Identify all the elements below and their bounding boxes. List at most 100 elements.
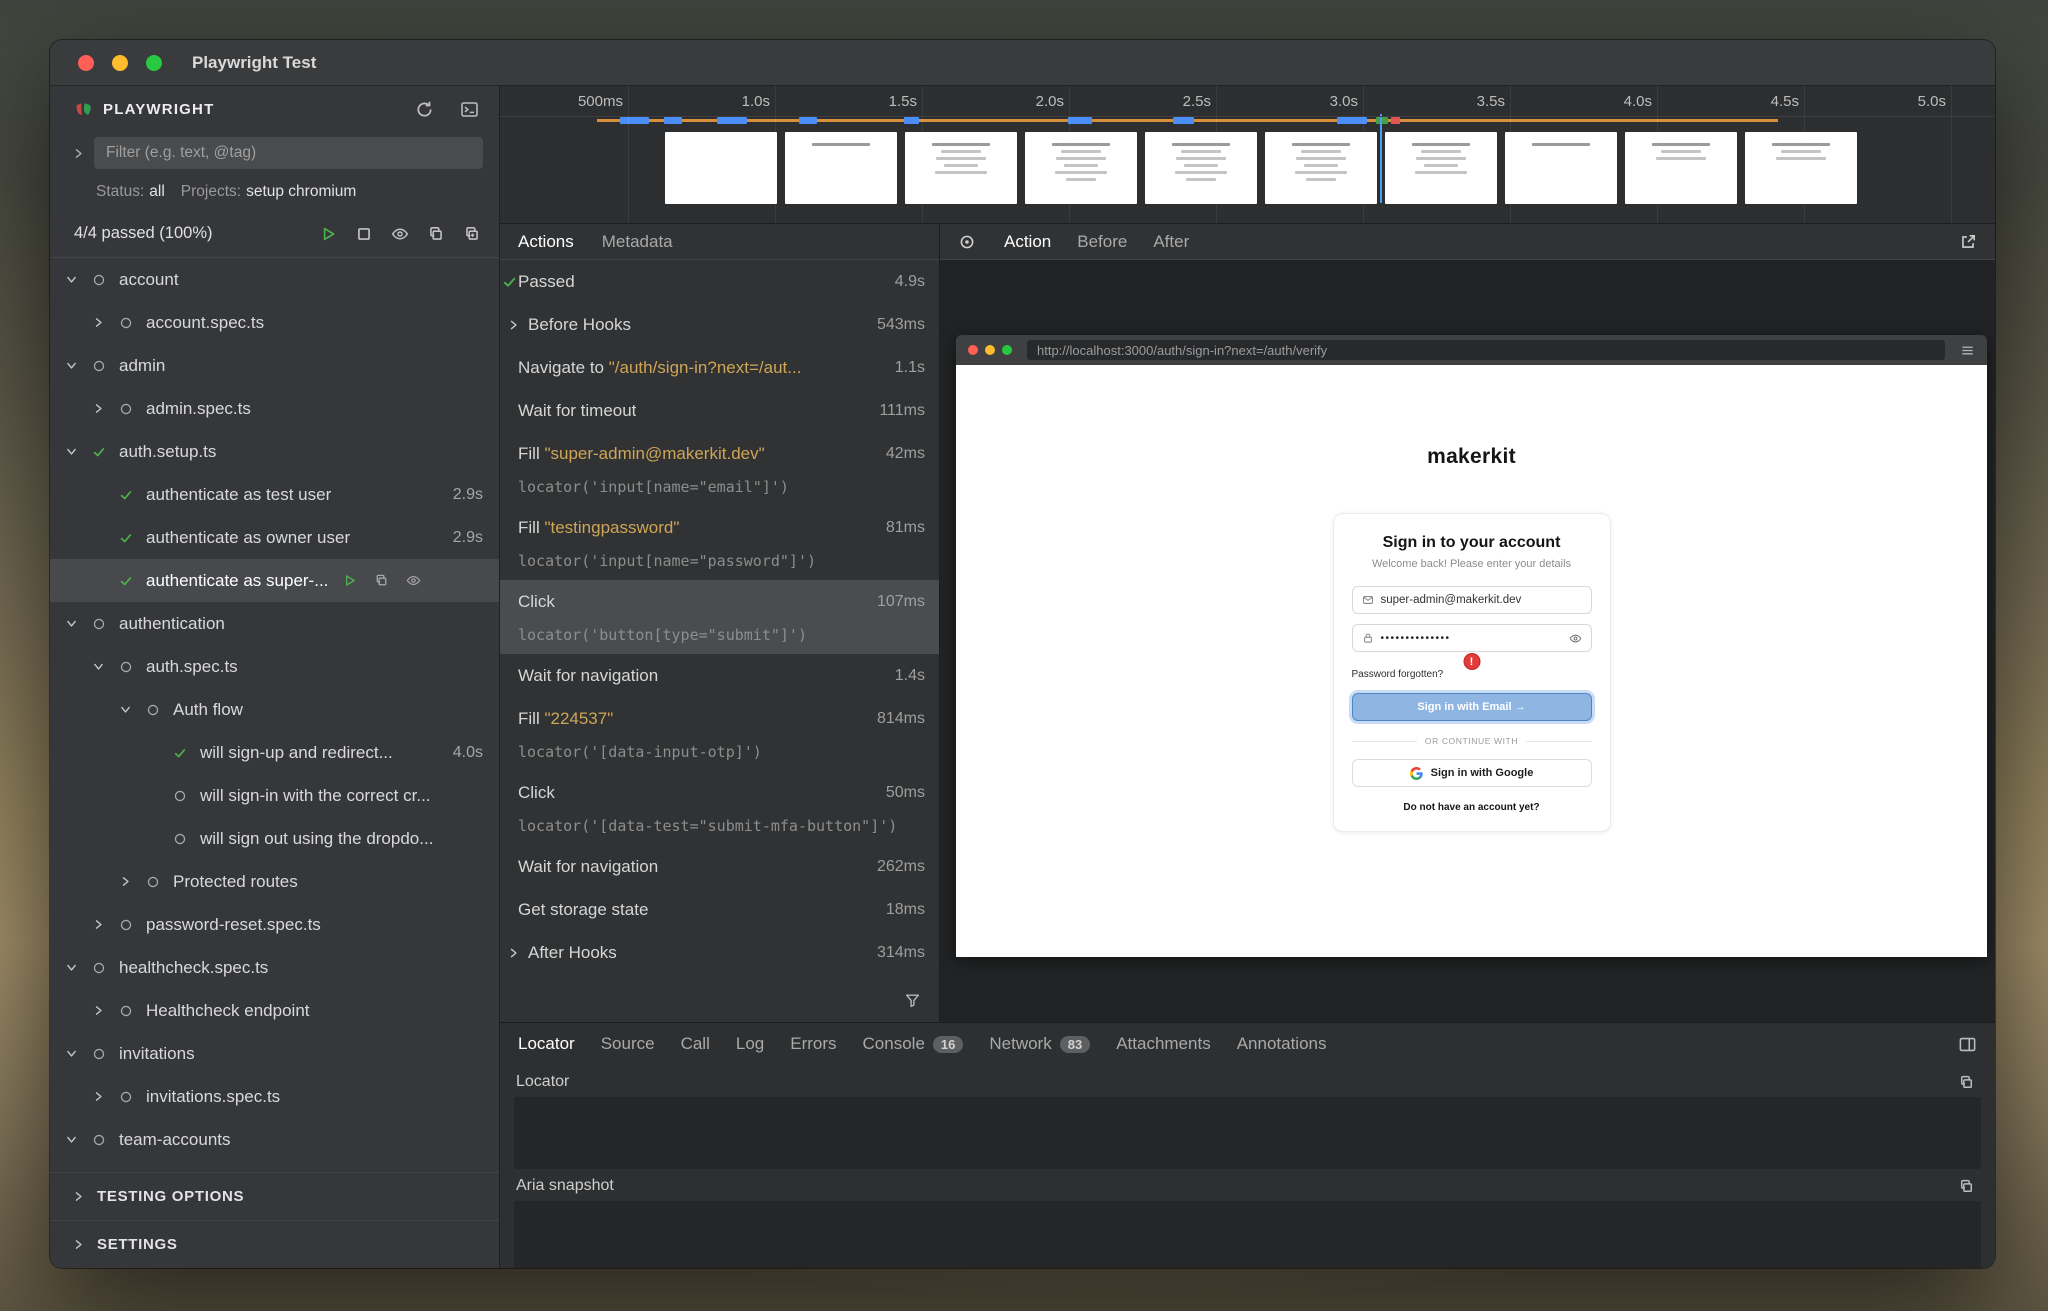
tab-metadata[interactable]: Metadata xyxy=(602,232,673,252)
timeline-cursor[interactable] xyxy=(1380,114,1382,203)
chevron-down-icon[interactable] xyxy=(65,617,92,630)
tree-item-auth-spec-ts[interactable]: auth.spec.ts xyxy=(50,645,499,688)
action-item[interactable]: Before Hooks543ms xyxy=(500,303,939,346)
tab-source[interactable]: Source xyxy=(601,1034,655,1054)
action-item[interactable]: Wait for navigation262ms xyxy=(500,845,939,888)
signin-email-button[interactable]: Sign in with Email → xyxy=(1352,693,1592,721)
tab-log[interactable]: Log xyxy=(736,1034,764,1054)
filmstrip-thumbnail[interactable] xyxy=(1265,132,1377,204)
filmstrip-thumbnail[interactable] xyxy=(1505,132,1617,204)
timeline-filmstrip[interactable] xyxy=(665,132,1857,204)
password-field[interactable]: •••••••••••••• xyxy=(1352,624,1592,652)
watch-all-icon[interactable] xyxy=(391,225,409,243)
chevron-down-icon[interactable] xyxy=(65,359,92,372)
status-value[interactable]: all xyxy=(149,183,165,201)
expand-all-icon[interactable] xyxy=(463,225,481,243)
action-item[interactable]: After Hooks314ms xyxy=(500,931,939,974)
action-item[interactable]: Get storage state18ms xyxy=(500,888,939,931)
chevron-right-icon[interactable] xyxy=(507,946,520,959)
tab-annotations[interactable]: Annotations xyxy=(1237,1034,1327,1054)
toggle-panel-layout-icon[interactable] xyxy=(1958,1035,1977,1054)
run-all-icon[interactable] xyxy=(319,225,337,243)
sidebar-section-testing-options[interactable]: TESTING OPTIONS xyxy=(50,1172,499,1220)
tab-errors[interactable]: Errors xyxy=(790,1034,836,1054)
tree-item-password-reset-spec-ts[interactable]: password-reset.spec.ts xyxy=(50,903,499,946)
action-item[interactable]: Passed4.9s xyxy=(500,260,939,303)
chevron-right-icon[interactable] xyxy=(92,918,119,931)
tab-actions[interactable]: Actions xyxy=(518,232,574,252)
tree-item-authenticate-as-owner-user[interactable]: authenticate as owner user2.9s xyxy=(50,516,499,559)
copy-locator-icon[interactable] xyxy=(1958,1074,1975,1091)
chevron-down-icon[interactable] xyxy=(65,273,92,286)
tree-item-authentication[interactable]: authentication xyxy=(50,602,499,645)
projects-value[interactable]: setup chromium xyxy=(246,183,356,201)
tree-item-auth-flow[interactable]: Auth flow xyxy=(50,688,499,731)
action-item[interactable]: Navigate to "/auth/sign-in?next=/aut...1… xyxy=(500,346,939,389)
filmstrip-thumbnail[interactable] xyxy=(1625,132,1737,204)
chevron-right-icon[interactable] xyxy=(507,318,520,331)
chevron-down-icon[interactable] xyxy=(119,703,146,716)
tree-item-will-sign-out-using-the-dropdo[interactable]: will sign out using the dropdo... xyxy=(50,817,499,860)
filter-input[interactable] xyxy=(94,137,483,169)
filmstrip-thumbnail[interactable] xyxy=(1025,132,1137,204)
tab-before[interactable]: Before xyxy=(1077,232,1127,252)
filmstrip-thumbnail[interactable] xyxy=(1145,132,1257,204)
signup-link[interactable]: Do not have an account yet? xyxy=(1352,802,1592,813)
filter-actions-icon[interactable] xyxy=(904,992,921,1009)
chevron-right-icon[interactable] xyxy=(92,1004,119,1017)
tree-item-invitations-spec-ts[interactable]: invitations.spec.ts xyxy=(50,1075,499,1118)
tab-locator[interactable]: Locator xyxy=(518,1034,575,1054)
copy-aria-snapshot-icon[interactable] xyxy=(1958,1178,1975,1195)
filmstrip-thumbnail[interactable] xyxy=(1385,132,1497,204)
signin-google-button[interactable]: Sign in with Google xyxy=(1352,759,1592,787)
tree-item-team-accounts[interactable]: team-accounts xyxy=(50,1118,499,1161)
filmstrip-thumbnail[interactable] xyxy=(785,132,897,204)
tree-item-will-sign-up-and-redirect[interactable]: will sign-up and redirect...4.0s xyxy=(50,731,499,774)
tree-item-auth-setup-ts[interactable]: auth.setup.ts xyxy=(50,430,499,473)
tree-item-healthcheck-endpoint[interactable]: Healthcheck endpoint xyxy=(50,989,499,1032)
chevron-down-icon[interactable] xyxy=(65,961,92,974)
open-external-icon[interactable] xyxy=(1959,233,1977,251)
collapse-all-icon[interactable] xyxy=(427,225,445,243)
chevron-down-icon[interactable] xyxy=(65,1047,92,1060)
action-item[interactable]: Fill "224537"814mslocator('[data-input-o… xyxy=(500,697,939,771)
tab-action[interactable]: Action xyxy=(1004,232,1051,252)
timeline[interactable]: 500ms1.0s1.5s2.0s2.5s3.0s3.5s4.0s4.5s5.0… xyxy=(500,86,1995,224)
filmstrip-thumbnail[interactable] xyxy=(1745,132,1857,204)
chevron-right-icon[interactable] xyxy=(72,147,85,160)
action-item[interactable]: Click50mslocator('[data-test="submit-mfa… xyxy=(500,771,939,845)
email-field[interactable]: super-admin@makerkit.dev xyxy=(1352,586,1592,614)
reload-tests-icon[interactable] xyxy=(415,100,434,119)
tree-item-admin-spec-ts[interactable]: admin.spec.ts xyxy=(50,387,499,430)
tree-item-account-spec-ts[interactable]: account.spec.ts xyxy=(50,301,499,344)
chevron-right-icon[interactable] xyxy=(92,316,119,329)
tab-attachments[interactable]: Attachments xyxy=(1116,1034,1211,1054)
tree-item-authenticate-as-super[interactable]: authenticate as super-... xyxy=(50,559,499,602)
eye-icon[interactable] xyxy=(406,573,421,588)
play-icon[interactable] xyxy=(342,573,357,588)
chevron-right-icon[interactable] xyxy=(119,875,146,888)
locator-editor[interactable] xyxy=(514,1097,1981,1169)
aria-snapshot-editor[interactable] xyxy=(514,1201,1981,1268)
minimize-window-button[interactable] xyxy=(112,55,128,71)
tree-item-admin[interactable]: admin xyxy=(50,344,499,387)
pick-locator-icon[interactable] xyxy=(958,233,976,251)
action-item[interactable]: Click107mslocator('button[type="submit"]… xyxy=(500,580,939,654)
chevron-down-icon[interactable] xyxy=(92,660,119,673)
stop-icon[interactable] xyxy=(355,225,373,243)
action-item[interactable]: Wait for navigation1.4s xyxy=(500,654,939,697)
filmstrip-thumbnail[interactable] xyxy=(665,132,777,204)
tree-item-healthcheck-spec-ts[interactable]: healthcheck.spec.ts xyxy=(50,946,499,989)
tree-item-account[interactable]: account xyxy=(50,258,499,301)
tab-network[interactable]: Network83 xyxy=(989,1034,1090,1054)
action-item[interactable]: Wait for timeout111ms xyxy=(500,389,939,432)
chevron-right-icon[interactable] xyxy=(92,1090,119,1103)
tab-console[interactable]: Console16 xyxy=(863,1034,964,1054)
toggle-password-icon[interactable] xyxy=(1569,632,1582,645)
chevron-right-icon[interactable] xyxy=(92,402,119,415)
tree-item-invitations[interactable]: invitations xyxy=(50,1032,499,1075)
tree-item-authenticate-as-test-user[interactable]: authenticate as test user2.9s xyxy=(50,473,499,516)
sidebar-section-settings[interactable]: SETTINGS xyxy=(50,1220,499,1268)
tab-call[interactable]: Call xyxy=(681,1034,710,1054)
zoom-window-button[interactable] xyxy=(146,55,162,71)
